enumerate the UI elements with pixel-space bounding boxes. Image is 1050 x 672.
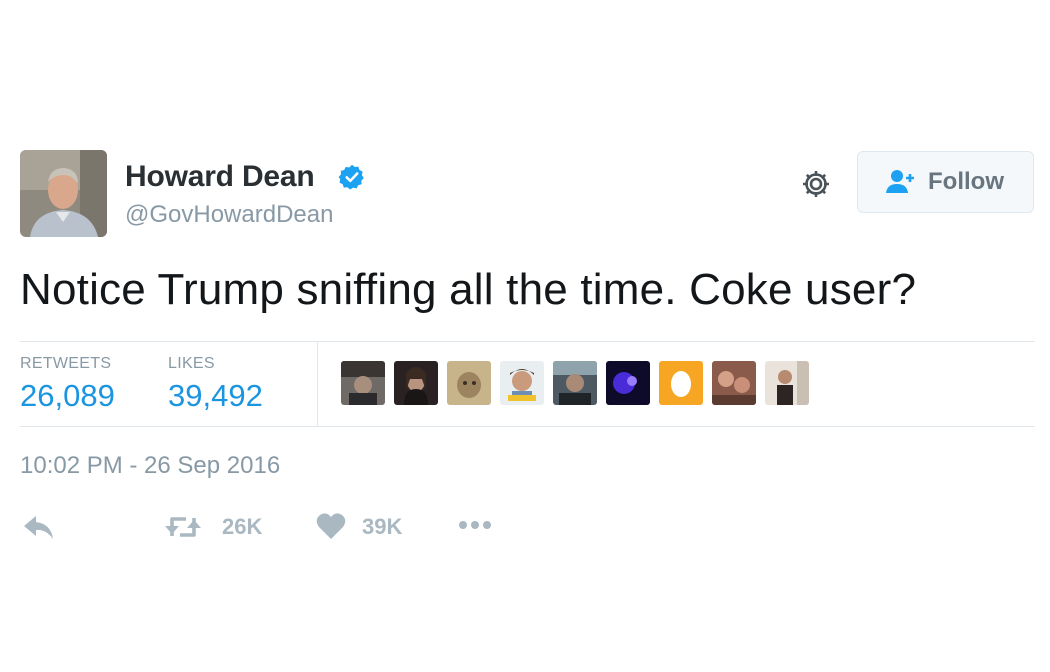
likes-count[interactable]: 39,492 bbox=[168, 378, 263, 414]
retweets-count[interactable]: 26,089 bbox=[20, 378, 115, 414]
follow-button[interactable]: Follow bbox=[857, 151, 1034, 213]
liker-avatar[interactable] bbox=[553, 361, 597, 405]
liker-avatar[interactable] bbox=[447, 361, 491, 405]
reply-icon[interactable] bbox=[22, 513, 56, 543]
retweet-icon bbox=[165, 517, 201, 537]
retweet-count: 26K bbox=[222, 514, 263, 539]
likes-label: LIKES bbox=[168, 355, 215, 372]
verified-badge-icon bbox=[338, 164, 364, 190]
gear-icon[interactable] bbox=[800, 168, 832, 200]
liker-avatar[interactable] bbox=[500, 361, 544, 405]
like-count: 39K bbox=[362, 514, 403, 539]
liker-avatar[interactable] bbox=[394, 361, 438, 405]
liker-avatar[interactable] bbox=[341, 361, 385, 405]
tweet-text: Notice Trump sniffing all the time. Coke… bbox=[20, 265, 917, 314]
follow-button-label: Follow bbox=[928, 168, 1004, 195]
divider bbox=[20, 341, 1035, 342]
tweet-card: Howard Dean @GovHowardDean Follow Notice… bbox=[0, 0, 1050, 672]
add-user-icon bbox=[886, 170, 914, 193]
retweets-label: RETWEETS bbox=[20, 355, 112, 372]
stats-divider bbox=[317, 342, 318, 426]
tweet-timestamp[interactable]: 10:02 PM - 26 Sep 2016 bbox=[20, 452, 280, 480]
user-handle[interactable]: @GovHowardDean bbox=[125, 201, 333, 229]
display-name[interactable]: Howard Dean bbox=[125, 160, 315, 194]
avatar[interactable] bbox=[20, 150, 107, 237]
liker-avatar[interactable] bbox=[659, 361, 703, 405]
more-icon[interactable] bbox=[458, 518, 492, 532]
divider bbox=[20, 426, 1035, 427]
liker-avatar[interactable] bbox=[765, 361, 809, 405]
heart-icon bbox=[316, 513, 346, 539]
liker-avatar[interactable] bbox=[712, 361, 756, 405]
liker-avatar[interactable] bbox=[606, 361, 650, 405]
